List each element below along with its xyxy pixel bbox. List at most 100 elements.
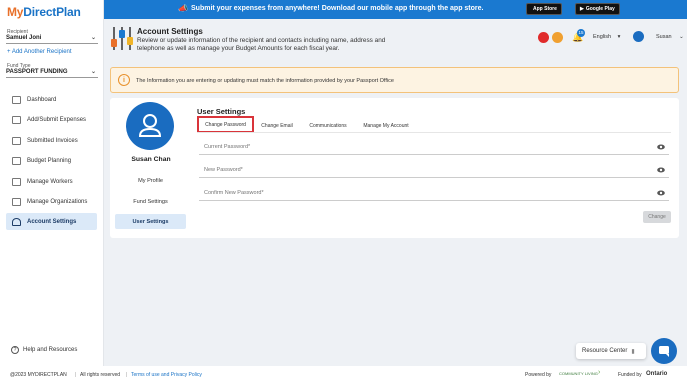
info-notice: i The Information you are entering or up… — [110, 67, 679, 93]
sidebar-item-label: Manage Workers — [27, 178, 73, 185]
tab-divider — [197, 132, 671, 133]
user-icon — [12, 217, 21, 226]
user-menu[interactable]: Susan ⌄ — [656, 34, 684, 40]
user-avatar-icon[interactable] — [633, 31, 644, 42]
profile-name: Susan Chan — [131, 156, 171, 163]
app-store-label: App Store — [533, 6, 557, 12]
notice-text: The Information you are entering or upda… — [136, 78, 394, 84]
sidebar-item-label: Submitted Invoices — [27, 137, 78, 144]
page-title: Account Settings — [137, 27, 203, 36]
fund-settings-link[interactable]: Fund Settings — [115, 194, 186, 209]
recipient-value: Samuel Joni — [6, 35, 42, 41]
megaphone-icon: 📣 — [178, 4, 188, 13]
eye-icon[interactable] — [657, 190, 665, 196]
building-icon — [12, 197, 21, 206]
settings-card: Susan Chan My Profile Fund Settings User… — [110, 98, 679, 238]
community-living-logo: COMMUNITY LIVING — [559, 371, 598, 376]
user-settings-link[interactable]: User Settings — [115, 214, 186, 229]
help-icon: ? — [11, 346, 19, 354]
chevron-down-icon: ⌄ — [90, 69, 96, 75]
ontario-logo: Ontario — [646, 371, 668, 377]
google-play-button[interactable]: ▶ Google Play — [575, 3, 620, 15]
sidebar-item-add-submit-expenses[interactable]: Add/Submit Expenses — [6, 111, 97, 128]
new-password-field[interactable] — [199, 164, 669, 178]
sidebar-item-label: Manage Organizations — [27, 198, 88, 205]
footer-rights: All rights reserved — [80, 372, 121, 378]
sidebar-item-label: Dashboard — [27, 96, 57, 103]
promo-banner: 📣 Submit your expenses from anywhere! Do… — [104, 0, 687, 19]
logo-part1: My — [7, 5, 24, 19]
page-subtitle: Review or update information of the reci… — [137, 37, 386, 52]
confirm-password-field[interactable] — [199, 187, 669, 201]
my-profile-link[interactable]: My Profile — [115, 173, 186, 188]
chat-button[interactable] — [651, 338, 677, 364]
help-and-resources-link[interactable]: ? Help and Resources — [11, 346, 77, 354]
chat-icon — [659, 346, 669, 357]
eye-icon[interactable] — [657, 144, 665, 150]
invoice-icon — [12, 136, 21, 145]
footer: @2023 MYDIRECTPLAN | All rights reserved… — [0, 366, 687, 383]
eye-icon[interactable] — [657, 167, 665, 173]
mydirectplan-logo[interactable]: MyDirectPlan — [7, 5, 81, 19]
chevron-right-icon: › — [598, 369, 601, 376]
resource-center-button[interactable]: Resource Center ▮ — [576, 343, 646, 359]
receipt-icon — [12, 115, 21, 124]
chevron-down-icon: ⌄ — [90, 35, 96, 41]
info-icon: i — [118, 74, 130, 86]
banner-message: Submit your expenses from anywhere! Down… — [191, 5, 484, 12]
recipient-select[interactable]: Samuel Joni ⌄ — [6, 35, 98, 44]
sidebar-item-account-settings[interactable]: Account Settings — [6, 213, 97, 230]
new-password-input[interactable] — [204, 167, 644, 173]
funded-by-label: Funded by — [618, 372, 642, 378]
terms-privacy-link[interactable]: Terms of use and Privacy Policy — [131, 372, 202, 378]
table-icon — [12, 156, 21, 165]
youtube-icon[interactable] — [538, 32, 549, 43]
app-store-button[interactable]: App Store — [526, 3, 562, 15]
workers-icon — [12, 177, 21, 186]
sidebar-item-submitted-invoices[interactable]: Submitted Invoices — [6, 132, 97, 149]
logo-part2: DirectPlan — [23, 5, 81, 19]
user-settings-title: User Settings — [197, 107, 246, 116]
chevron-down-icon: ⌄ — [679, 34, 684, 40]
tab-change-email[interactable]: Change Email — [258, 120, 296, 132]
google-play-label: Google Play — [585, 6, 615, 12]
settings-sliders-icon — [111, 27, 133, 50]
fund-type-value: PASSPORT FUNDING — [6, 69, 68, 75]
play-icon: ▶ — [580, 6, 584, 12]
sidebar-item-manage-workers[interactable]: Manage Workers — [6, 173, 97, 190]
tab-communications[interactable]: Communications — [307, 120, 349, 132]
profile-column: Susan Chan My Profile Fund Settings User… — [110, 98, 192, 238]
footer-copyright: @2023 MYDIRECTPLAN — [10, 372, 67, 378]
sidebar-item-manage-organizations[interactable]: Manage Organizations — [6, 193, 97, 210]
document-icon: ▮ — [631, 348, 635, 355]
sidebar-item-label: Budget Planning — [27, 157, 72, 164]
language-value: English — [593, 34, 612, 40]
powered-by-label: Powered by — [525, 372, 552, 378]
support-icon[interactable] — [552, 32, 563, 43]
tab-manage-my-account[interactable]: Manage My Account — [362, 120, 410, 132]
sidebar-item-label: Add/Submit Expenses — [27, 116, 87, 123]
sidebar: MyDirectPlan Recipient Samuel Joni ⌄ + A… — [0, 0, 104, 383]
current-password-field[interactable] — [199, 141, 669, 155]
notification-badge: 15 — [577, 29, 585, 37]
resource-center-label: Resource Center — [582, 348, 628, 354]
tab-change-password[interactable]: Change Password — [197, 116, 254, 133]
sidebar-item-budget-planning[interactable]: Budget Planning — [6, 152, 97, 169]
footer-divider: | — [126, 372, 128, 378]
dashboard-icon — [12, 95, 21, 104]
sidebar-item-dashboard[interactable]: Dashboard — [6, 91, 97, 108]
language-select[interactable]: English ▾ — [593, 34, 620, 40]
sidebar-item-label: Account Settings — [27, 218, 77, 225]
change-password-button[interactable]: Change — [643, 211, 671, 223]
fund-type-select[interactable]: PASSPORT FUNDING ⌄ — [6, 69, 98, 78]
chevron-down-icon: ▾ — [617, 34, 621, 40]
help-label: Help and Resources — [23, 347, 78, 353]
add-recipient-link[interactable]: + Add Another Recipient — [7, 49, 72, 55]
footer-divider: | — [75, 372, 77, 378]
confirm-password-input[interactable] — [204, 190, 644, 196]
user-name: Susan — [656, 34, 672, 40]
page-header: Account Settings Review or update inform… — [104, 19, 687, 62]
person-icon — [138, 114, 162, 137]
profile-avatar — [126, 102, 174, 150]
current-password-input[interactable] — [204, 144, 644, 150]
